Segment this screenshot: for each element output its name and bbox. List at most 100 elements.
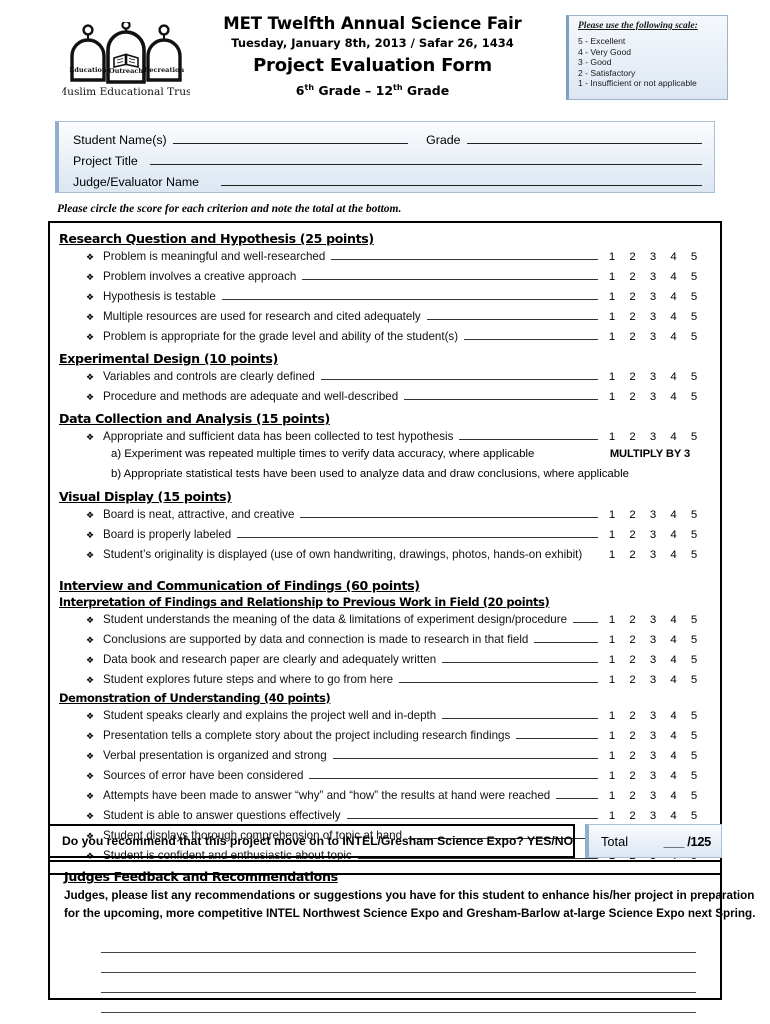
criterion-note-line[interactable]: [331, 248, 598, 260]
score-option-4[interactable]: 4: [670, 810, 678, 822]
score-option-4[interactable]: 4: [670, 371, 678, 383]
score-option-2[interactable]: 2: [629, 810, 637, 822]
score-option-5[interactable]: 5: [690, 391, 698, 403]
score-option-2[interactable]: 2: [629, 331, 637, 343]
score-option-1[interactable]: 1: [608, 331, 616, 343]
criterion-note-line[interactable]: [302, 268, 598, 280]
score-option-1[interactable]: 1: [608, 710, 616, 722]
score-scale[interactable]: 1 2 3 4 5: [598, 311, 710, 323]
score-option-1[interactable]: 1: [608, 634, 616, 646]
score-option-1[interactable]: 1: [608, 614, 616, 626]
score-option-2[interactable]: 2: [629, 654, 637, 666]
criterion-note-line[interactable]: [464, 328, 598, 340]
score-scale[interactable]: 1 2 3 4 5: [598, 271, 710, 283]
score-scale[interactable]: 1 2 3 4 5: [598, 391, 710, 403]
score-option-1[interactable]: 1: [608, 810, 616, 822]
score-option-5[interactable]: 5: [690, 509, 698, 521]
criterion-note-line[interactable]: [426, 308, 598, 320]
criterion-note-line[interactable]: [320, 368, 598, 380]
score-option-1[interactable]: 1: [608, 251, 616, 263]
criterion-note-line[interactable]: [442, 651, 598, 663]
criterion-note-line[interactable]: [399, 671, 598, 683]
criterion-note-line[interactable]: [332, 747, 598, 759]
score-option-2[interactable]: 2: [629, 790, 637, 802]
score-scale[interactable]: 1 2 3 4 5: [598, 770, 710, 782]
criterion-note-line[interactable]: [404, 388, 598, 400]
score-option-1[interactable]: 1: [608, 509, 616, 521]
score-scale[interactable]: 1 2 3 4 5: [598, 810, 710, 822]
criterion-note-line[interactable]: [221, 288, 598, 300]
score-option-2[interactable]: 2: [629, 271, 637, 283]
score-option-1[interactable]: 1: [608, 730, 616, 742]
score-option-4[interactable]: 4: [670, 730, 678, 742]
score-option-5[interactable]: 5: [690, 371, 698, 383]
score-option-5[interactable]: 5: [690, 710, 698, 722]
score-scale[interactable]: 1 2 3 4 5: [598, 790, 710, 802]
criterion-note-line[interactable]: [556, 787, 598, 799]
score-option-4[interactable]: 4: [670, 770, 678, 782]
score-option-4[interactable]: 4: [670, 654, 678, 666]
score-option-5[interactable]: 5: [690, 750, 698, 762]
score-option-5[interactable]: 5: [690, 529, 698, 541]
score-option-3[interactable]: 3: [649, 371, 657, 383]
recommendation-question[interactable]: Do you recommend that this project move …: [48, 824, 575, 858]
score-option-2[interactable]: 2: [629, 251, 637, 263]
score-option-3[interactable]: 3: [649, 311, 657, 323]
criterion-note-line[interactable]: [309, 767, 598, 779]
project-title-input[interactable]: [149, 152, 702, 165]
score-option-3[interactable]: 3: [649, 549, 657, 561]
judge-name-input[interactable]: [221, 173, 702, 186]
score-option-3[interactable]: 3: [649, 730, 657, 742]
score-option-3[interactable]: 3: [649, 790, 657, 802]
score-option-2[interactable]: 2: [629, 674, 637, 686]
score-scale[interactable]: 1 2 3 4 5: [598, 431, 710, 443]
score-option-2[interactable]: 2: [629, 730, 637, 742]
score-scale[interactable]: 1 2 3 4 5: [598, 371, 710, 383]
score-option-3[interactable]: 3: [649, 674, 657, 686]
total-score-input[interactable]: ___ /125: [664, 834, 712, 849]
score-option-4[interactable]: 4: [670, 391, 678, 403]
score-option-4[interactable]: 4: [670, 750, 678, 762]
score-option-2[interactable]: 2: [629, 509, 637, 521]
score-scale[interactable]: 1 2 3 4 5: [598, 654, 710, 666]
score-option-2[interactable]: 2: [629, 431, 637, 443]
score-option-5[interactable]: 5: [690, 614, 698, 626]
score-option-1[interactable]: 1: [608, 790, 616, 802]
score-option-3[interactable]: 3: [649, 431, 657, 443]
score-option-1[interactable]: 1: [608, 674, 616, 686]
score-option-3[interactable]: 3: [649, 509, 657, 521]
score-option-4[interactable]: 4: [670, 614, 678, 626]
score-option-5[interactable]: 5: [690, 431, 698, 443]
score-option-1[interactable]: 1: [608, 371, 616, 383]
score-option-1[interactable]: 1: [608, 770, 616, 782]
score-scale[interactable]: 1 2 3 4 5: [598, 614, 710, 626]
score-option-4[interactable]: 4: [670, 634, 678, 646]
score-option-1[interactable]: 1: [608, 431, 616, 443]
score-option-1[interactable]: 1: [608, 750, 616, 762]
criterion-note-line[interactable]: [300, 506, 598, 518]
score-option-4[interactable]: 4: [670, 331, 678, 343]
score-option-1[interactable]: 1: [608, 654, 616, 666]
score-option-1[interactable]: 1: [608, 311, 616, 323]
score-option-5[interactable]: 5: [690, 674, 698, 686]
score-option-5[interactable]: 5: [690, 790, 698, 802]
score-option-3[interactable]: 3: [649, 331, 657, 343]
score-option-3[interactable]: 3: [649, 750, 657, 762]
score-option-1[interactable]: 1: [608, 549, 616, 561]
score-option-4[interactable]: 4: [670, 431, 678, 443]
student-name-input[interactable]: [172, 131, 409, 144]
score-scale[interactable]: 1 2 3 4 5: [598, 710, 710, 722]
criterion-note-line[interactable]: [346, 807, 598, 819]
score-option-5[interactable]: 5: [690, 271, 698, 283]
score-option-2[interactable]: 2: [629, 750, 637, 762]
score-option-3[interactable]: 3: [649, 391, 657, 403]
score-option-3[interactable]: 3: [649, 614, 657, 626]
score-option-4[interactable]: 4: [670, 251, 678, 263]
score-option-5[interactable]: 5: [690, 654, 698, 666]
score-option-5[interactable]: 5: [690, 634, 698, 646]
score-option-5[interactable]: 5: [690, 770, 698, 782]
feedback-line[interactable]: [101, 993, 696, 1013]
score-option-4[interactable]: 4: [670, 549, 678, 561]
score-option-1[interactable]: 1: [608, 271, 616, 283]
score-option-3[interactable]: 3: [649, 529, 657, 541]
